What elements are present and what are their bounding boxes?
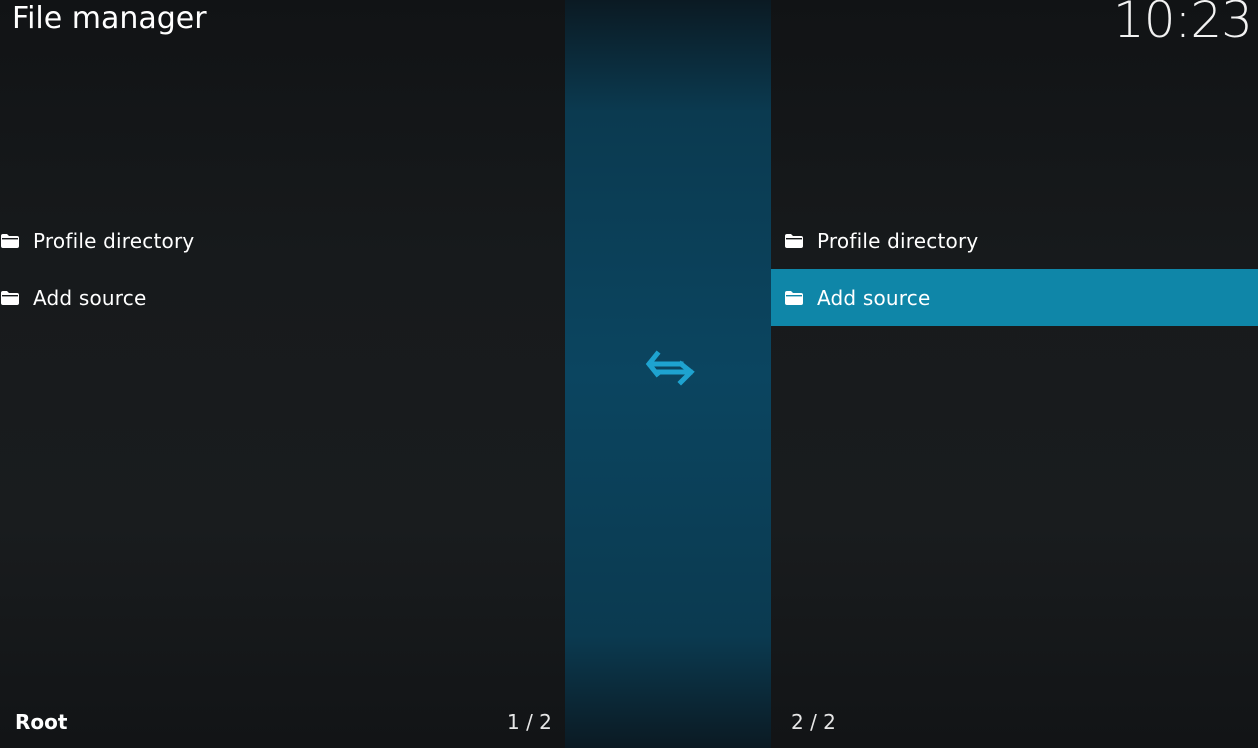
right-pane: Profile directory Add source 2 / 2 [771, 0, 1258, 748]
folder-icon [785, 233, 803, 248]
file-manager-window: File manager 10:23 Profile directory Add… [0, 0, 1258, 748]
folder-icon [1, 290, 19, 305]
left-path-label: Root [15, 710, 68, 734]
pane-divider [565, 0, 771, 748]
file-label: Add source [33, 285, 147, 310]
swap-arrows-icon[interactable] [645, 346, 695, 390]
right-file-list: Profile directory Add source [771, 212, 1258, 326]
file-label: Profile directory [33, 228, 195, 253]
left-item-add-source[interactable]: Add source [0, 269, 565, 326]
folder-icon [785, 290, 803, 305]
right-item-add-source[interactable]: Add source [771, 269, 1258, 326]
left-item-count: 1 / 2 [507, 710, 552, 734]
left-pane: Profile directory Add source Root 1 / 2 [0, 0, 565, 748]
right-item-count: 2 / 2 [791, 710, 836, 734]
left-item-profile-directory[interactable]: Profile directory [0, 212, 565, 269]
right-item-profile-directory[interactable]: Profile directory [771, 212, 1258, 269]
folder-icon [1, 233, 19, 248]
left-file-list: Profile directory Add source [0, 212, 565, 326]
file-label: Add source [817, 285, 931, 310]
file-label: Profile directory [817, 228, 979, 253]
